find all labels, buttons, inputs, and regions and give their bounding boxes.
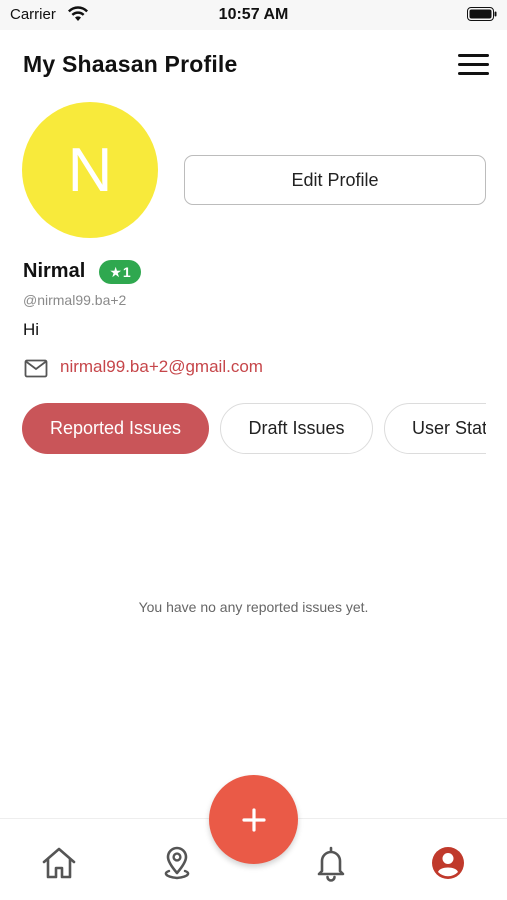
tab-draft-issues[interactable]: Draft Issues [220,403,373,454]
home-icon[interactable] [39,843,79,883]
plus-icon [241,807,266,832]
mail-icon [24,359,48,378]
user-name: Nirmal [23,260,86,282]
status-time: 10:57 AM [218,6,289,23]
rank-value: 1 [122,264,131,280]
rank-badge: ★ 1 [99,260,141,284]
email-link[interactable]: nirmal99.ba+2@gmail.com [60,357,263,377]
header: My Shaasan Profile [0,30,507,100]
status-bar: Carrier 10:57 AM [0,0,507,30]
avatar[interactable]: N [22,102,158,238]
tab-user-stats[interactable]: User Stat [384,403,486,454]
empty-state-message: You have no any reported issues yet. [138,599,369,615]
edit-profile-button[interactable]: Edit Profile [184,155,486,205]
battery-icon [467,7,497,21]
hamburger-menu-icon[interactable] [458,52,490,78]
map-pin-icon[interactable] [157,843,197,883]
tab-reported-issues[interactable]: Reported Issues [22,403,209,454]
account-icon[interactable] [428,843,468,883]
user-handle: @nirmal99.ba+2 [23,292,127,308]
bell-icon[interactable] [311,843,351,883]
add-issue-button[interactable] [209,775,298,864]
profile-tabs: Reported Issues Draft Issues User Stat [22,403,486,455]
star-icon: ★ [109,263,122,280]
avatar-initial: N [67,135,113,205]
user-bio: Hi [23,320,40,339]
page-title: My Shaasan Profile [23,51,238,77]
